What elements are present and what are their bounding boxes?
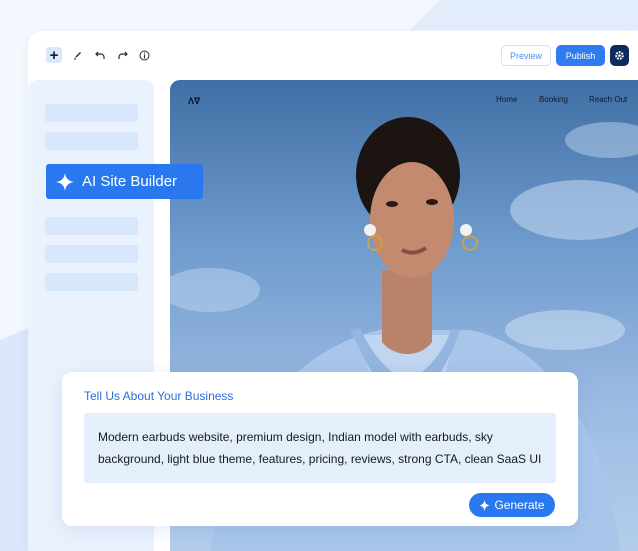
pen-icon[interactable] (70, 47, 86, 63)
sidebar-placeholder-item[interactable] (45, 217, 138, 235)
nav-link-home[interactable]: Home (496, 95, 517, 104)
description-line-2: background, light blue theme, features, … (98, 452, 542, 466)
ai-site-builder-label: AI Site Builder (82, 173, 178, 190)
toolbar: + Preview Publish (28, 31, 638, 79)
sparkle-icon (479, 499, 491, 511)
redo-icon[interactable] (114, 47, 130, 63)
business-description-input[interactable]: Modern earbuds website, premium design, … (84, 413, 556, 483)
undo-icon[interactable] (92, 47, 108, 63)
sidebar-placeholder-item[interactable] (45, 245, 138, 263)
sidebar-placeholder-item[interactable] (45, 273, 138, 291)
settings-button[interactable] (610, 45, 629, 66)
business-prompt-card: Tell Us About Your Business Modern earbu… (62, 372, 578, 526)
sparkle-icon (56, 172, 74, 191)
generate-button[interactable]: Generate (469, 493, 555, 517)
publish-button[interactable]: Publish (556, 45, 605, 66)
preview-button[interactable]: Preview (501, 45, 551, 66)
generate-label: Generate (494, 498, 545, 512)
sidebar-placeholder-item[interactable] (45, 132, 138, 150)
ai-site-builder-badge[interactable]: AI Site Builder (46, 164, 203, 199)
info-icon[interactable] (136, 47, 152, 63)
nav-link-reach-out[interactable]: Reach Out (589, 95, 627, 104)
gear-icon (615, 51, 624, 60)
nav-link-booking[interactable]: Booking (539, 95, 568, 104)
prompt-card-title: Tell Us About Your Business (84, 389, 234, 403)
site-logo[interactable]: Ʌ∇ (188, 96, 200, 107)
plus-icon[interactable]: + (46, 47, 62, 63)
sidebar-placeholder-item[interactable] (45, 104, 138, 122)
description-line-1: Modern earbuds website, premium design, … (98, 430, 493, 444)
